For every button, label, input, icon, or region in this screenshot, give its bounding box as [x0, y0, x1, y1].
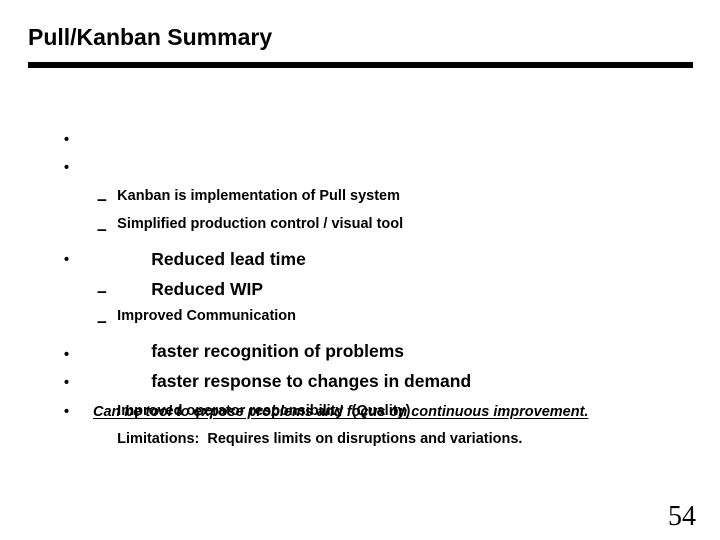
page-title: Pull/Kanban Summary — [28, 24, 273, 50]
bullet-icon: • — [64, 375, 70, 391]
list-item: • Improved operator responsibility (Qual… — [0, 341, 720, 419]
bullet-icon: • — [64, 347, 70, 363]
list-item-emphasis: • Can be tool to expose problems and foc… — [0, 397, 720, 427]
bullet-icon: • — [64, 252, 70, 268]
dash-icon: – — [97, 311, 107, 331]
list-item: • Simplified production control / visual… — [0, 154, 720, 232]
sub-list-item: – faster response to changes in demand — [0, 306, 720, 391]
sub-list-item: – Reduced WIP — [0, 214, 720, 299]
dash-icon: – — [97, 281, 107, 301]
dash-icon: – — [97, 219, 107, 239]
list-item: • Kanban is implementation of Pull syste… — [0, 126, 720, 204]
list-item-label: Limitations: Requires limits on disrupti… — [117, 431, 523, 447]
page-number: 54 — [668, 501, 696, 532]
list-item-label: Can be tool to expose problems and focus… — [93, 404, 589, 420]
list-item: • Improved Communication — [0, 246, 720, 324]
title-underline-rule — [28, 62, 693, 68]
bullet-icon: • — [64, 132, 70, 148]
bullet-icon: • — [64, 160, 70, 176]
sub-list-item: – faster recognition of problems — [0, 276, 720, 361]
sub-list-item: – Reduced lead time — [0, 184, 720, 269]
dash-icon: – — [97, 189, 107, 209]
list-item: • Limitations: Requires limits on disrup… — [0, 369, 720, 447]
slide: Pull/Kanban Summary • Kanban is implemen… — [0, 0, 720, 540]
bullet-icon: • — [64, 404, 70, 420]
bullet-list: • Kanban is implementation of Pull syste… — [0, 126, 720, 447]
